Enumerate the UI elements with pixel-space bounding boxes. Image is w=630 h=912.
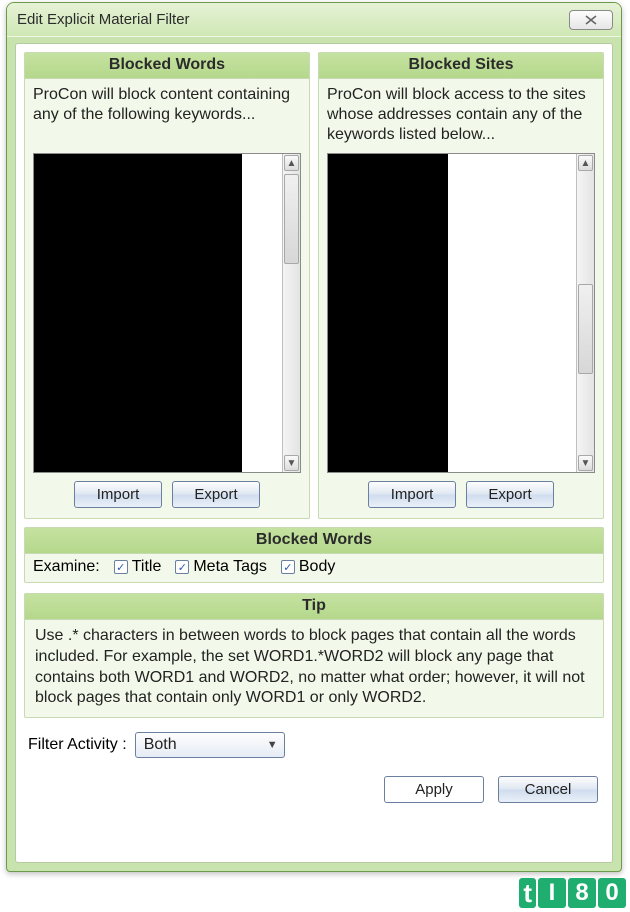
blocked-words-heading: Blocked Words bbox=[25, 53, 309, 79]
blocked-sites-list-content bbox=[328, 154, 448, 472]
window-title: Edit Explicit Material Filter bbox=[17, 11, 569, 28]
watermark-0: 0 bbox=[598, 878, 626, 908]
filter-activity-value: Both bbox=[144, 736, 177, 754]
scroll-down-icon[interactable]: ▼ bbox=[284, 455, 299, 471]
apply-button[interactable]: Apply bbox=[384, 776, 484, 803]
examine-title-label: Title bbox=[132, 558, 162, 576]
blocked-sites-scrollbar[interactable]: ▲ ▼ bbox=[576, 154, 594, 472]
blocked-sites-import-button[interactable]: Import bbox=[368, 481, 456, 508]
titlebar: Edit Explicit Material Filter bbox=[7, 3, 621, 37]
blocked-sites-heading: Blocked Sites bbox=[319, 53, 603, 79]
scroll-down-icon[interactable]: ▼ bbox=[578, 455, 593, 471]
examine-meta-label: Meta Tags bbox=[193, 558, 267, 576]
blocked-words-list[interactable]: ▲ ▼ bbox=[33, 153, 301, 473]
watermark-t: t bbox=[519, 878, 536, 908]
examine-heading: Blocked Words bbox=[25, 528, 603, 554]
examine-body-label: Body bbox=[299, 558, 335, 576]
filter-activity-label: Filter Activity : bbox=[28, 736, 127, 754]
examine-row: Examine: ✓ Title ✓ Meta Tags ✓ Body bbox=[25, 554, 603, 582]
checkmark-icon: ✓ bbox=[281, 560, 295, 574]
blocked-sites-body: ProCon will block access to the sites wh… bbox=[319, 79, 603, 518]
dialog-buttons: Apply Cancel bbox=[24, 776, 604, 803]
blocked-words-buttons: Import Export bbox=[33, 481, 301, 508]
blocked-sites-list-empty bbox=[448, 154, 576, 472]
blocked-words-scrollbar[interactable]: ▲ ▼ bbox=[282, 154, 300, 472]
chevron-down-icon: ▼ bbox=[267, 739, 278, 751]
examine-body-checkbox[interactable]: ✓ Body bbox=[281, 558, 335, 576]
scroll-up-icon[interactable]: ▲ bbox=[284, 155, 299, 171]
tip-text: Use .* characters in between words to bl… bbox=[25, 620, 603, 717]
blocked-sites-panel: Blocked Sites ProCon will block access t… bbox=[318, 52, 604, 519]
dialog-window: Edit Explicit Material Filter Blocked Wo… bbox=[6, 2, 622, 872]
blocked-words-list-empty bbox=[242, 154, 282, 472]
filter-activity-row: Filter Activity : Both ▼ bbox=[24, 732, 604, 758]
client-area: Blocked Words ProCon will block content … bbox=[15, 43, 613, 863]
blocked-sites-buttons: Import Export bbox=[327, 481, 595, 508]
top-panels-row: Blocked Words ProCon will block content … bbox=[24, 52, 604, 519]
checkmark-icon: ✓ bbox=[175, 560, 189, 574]
blocked-words-body: ProCon will block content containing any… bbox=[25, 79, 309, 518]
blocked-sites-list[interactable]: ▲ ▼ bbox=[327, 153, 595, 473]
examine-meta-checkbox[interactable]: ✓ Meta Tags bbox=[175, 558, 267, 576]
watermark-8: 8 bbox=[568, 878, 596, 908]
blocked-sites-description: ProCon will block access to the sites wh… bbox=[327, 85, 595, 147]
examine-title-checkbox[interactable]: ✓ Title bbox=[114, 558, 162, 576]
blocked-words-description: ProCon will block content containing any… bbox=[33, 85, 301, 147]
examine-panel: Blocked Words Examine: ✓ Title ✓ Meta Ta… bbox=[24, 527, 604, 583]
tip-heading: Tip bbox=[25, 594, 603, 620]
scroll-up-icon[interactable]: ▲ bbox=[578, 155, 593, 171]
close-button[interactable] bbox=[569, 10, 613, 30]
checkmark-icon: ✓ bbox=[114, 560, 128, 574]
scroll-thumb[interactable] bbox=[578, 284, 593, 374]
blocked-sites-export-button[interactable]: Export bbox=[466, 481, 554, 508]
examine-label: Examine: bbox=[33, 558, 100, 576]
scroll-thumb[interactable] bbox=[284, 174, 299, 264]
filter-activity-select[interactable]: Both ▼ bbox=[135, 732, 285, 758]
watermark-i: I bbox=[538, 878, 566, 908]
tip-panel: Tip Use .* characters in between words t… bbox=[24, 593, 604, 718]
blocked-words-panel: Blocked Words ProCon will block content … bbox=[24, 52, 310, 519]
blocked-words-list-content bbox=[34, 154, 242, 472]
blocked-words-export-button[interactable]: Export bbox=[172, 481, 260, 508]
cancel-button[interactable]: Cancel bbox=[498, 776, 598, 803]
watermark-logo: t I 8 0 bbox=[519, 878, 626, 908]
blocked-words-import-button[interactable]: Import bbox=[74, 481, 162, 508]
close-icon bbox=[584, 15, 598, 25]
